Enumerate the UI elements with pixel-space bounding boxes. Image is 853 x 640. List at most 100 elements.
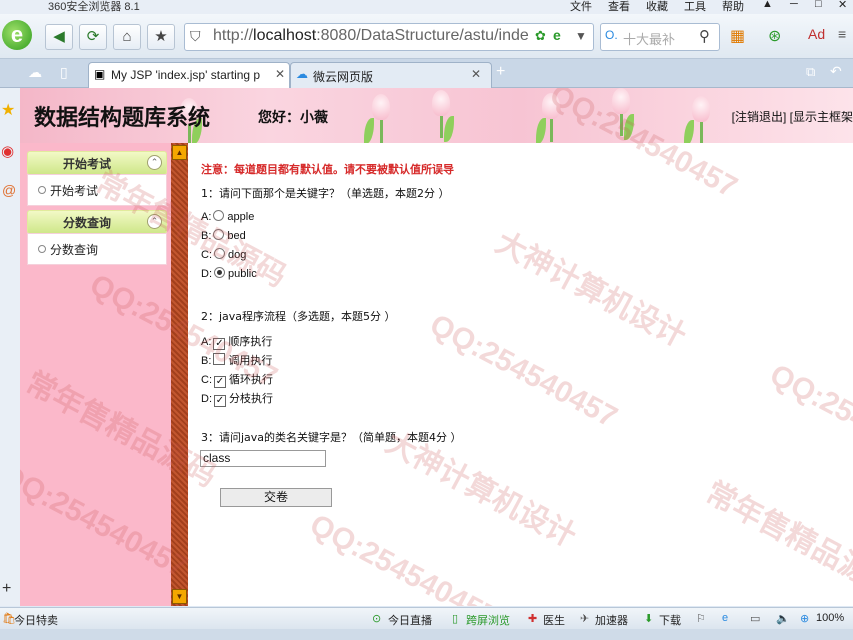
url-dropdown-icon[interactable]: ▼ — [575, 29, 587, 43]
search-icon[interactable]: ⚲ — [699, 27, 710, 45]
browser-navbar: e ◀ ⟳ ⌂ ★ ⛉ http://localhost:8080/DataSt… — [0, 14, 853, 59]
zoom-icon[interactable]: ⊕ — [800, 612, 809, 625]
menu-view[interactable]: 查看 — [608, 0, 630, 14]
q1-option-b[interactable]: B: bed — [201, 229, 246, 242]
maximize-icon[interactable]: □ — [815, 0, 822, 10]
addon-icon[interactable]: Ad — [808, 26, 825, 42]
compat-mode-icon[interactable]: ✿ — [535, 28, 546, 44]
tab-list-icon[interactable]: ⧉ — [806, 64, 815, 80]
splitter-down-icon[interactable]: ▼ — [172, 589, 187, 604]
search-box[interactable]: O. 十大最补 ⚲ — [600, 23, 720, 51]
status-deals[interactable]: 今日特卖 — [14, 612, 58, 628]
status-crossscreen[interactable]: 跨屏浏览 — [466, 612, 510, 628]
close-window-icon[interactable]: ✕ — [838, 0, 847, 11]
cloud-icon: ☁ — [296, 67, 308, 81]
sidebar-item-score-query[interactable]: 分数查询 — [27, 233, 167, 265]
collapse-icon[interactable]: ⌃ — [147, 214, 162, 229]
collapse-icon[interactable]: ⌃ — [147, 155, 162, 170]
close-tab-icon[interactable]: ✕ — [275, 67, 285, 81]
apps-icon[interactable]: ▦ — [730, 26, 745, 46]
checkbox[interactable] — [213, 353, 226, 365]
sidebar-group-score[interactable]: 分数查询 ⌃ — [27, 210, 167, 234]
exam-notice: 注意：每道题目都有默认值。请不要被默认值所误导 — [201, 163, 454, 176]
question-1-title: 1：请问下面那个是关键字？（单选题，本题2分 ） — [201, 187, 450, 200]
top-links[interactable]: [注销退出] [显示主框架 — [732, 108, 853, 125]
q1-option-d[interactable]: D: public — [201, 267, 257, 280]
status-live[interactable]: 今日直播 — [388, 612, 432, 628]
pin-icon[interactable]: ▲ — [762, 0, 773, 10]
radio-button[interactable] — [213, 210, 225, 221]
doctor-icon[interactable]: ✚ — [528, 612, 537, 625]
favorites-star-icon[interactable]: ★ — [1, 100, 15, 120]
search-input[interactable]: 十大最补 — [623, 29, 675, 48]
q2-option-a[interactable]: A: ✓ 顺序执行 — [201, 333, 272, 350]
checkbox-checked[interactable]: ✓ — [214, 376, 226, 388]
checkbox-checked[interactable]: ✓ — [213, 338, 226, 350]
ie-engine-icon[interactable]: e — [553, 27, 561, 43]
phone-sync-icon[interactable]: ▯ — [452, 612, 458, 625]
tab-label: My JSP 'index.jsp' starting p — [111, 68, 261, 82]
answer-input[interactable]: class — [200, 450, 326, 467]
menu-file[interactable]: 文件 — [570, 0, 592, 14]
status-accelerator[interactable]: 加速器 — [595, 612, 628, 628]
radio-button[interactable] — [213, 229, 225, 240]
new-tab-icon[interactable]: + — [496, 63, 505, 81]
frame-splitter[interactable]: ▲ ▼ — [171, 143, 188, 606]
tab-label: 微云网页版 — [313, 70, 374, 84]
sidebar-group-title: 分数查询 — [62, 216, 111, 230]
radio-button[interactable] — [214, 248, 225, 259]
undo-close-icon[interactable]: ↶ — [830, 63, 842, 80]
menu-help[interactable]: 帮助 — [722, 0, 744, 14]
q1-option-a[interactable]: A: apple — [201, 210, 254, 223]
status-doctor[interactable]: 医生 — [543, 612, 565, 628]
radio-button-checked[interactable] — [214, 267, 225, 278]
q2-option-c[interactable]: C: ✓ 循环执行 — [201, 371, 273, 388]
sidebar-item-start-exam[interactable]: 开始考试 — [27, 174, 167, 206]
menu-more-icon[interactable]: ≡ — [838, 26, 846, 42]
security-icon[interactable]: ⊛ — [768, 26, 781, 46]
tab-weiyun[interactable]: ☁ 微云网页版 ✕ — [290, 62, 492, 88]
refresh-icon[interactable]: ⟳ — [79, 24, 107, 50]
add-app-icon[interactable]: + — [2, 580, 11, 598]
bullet-icon — [38, 186, 46, 194]
home-icon[interactable]: ⌂ — [113, 24, 141, 50]
close-tab-icon[interactable]: ✕ — [471, 67, 481, 81]
star-icon[interactable]: ★ — [147, 24, 175, 50]
ie-icon[interactable]: e — [722, 612, 728, 624]
browser-titlebar: 360安全浏览器 8.1 文件 查看 收藏 工具 帮助 ▲ ─ □ ✕ — [0, 0, 853, 14]
search-engine-icon[interactable]: O. — [605, 28, 618, 42]
browser-title: 360安全浏览器 8.1 — [48, 1, 140, 13]
minimize-icon[interactable]: ─ — [790, 0, 798, 10]
submit-exam-button[interactable]: 交卷 — [220, 488, 332, 507]
phone-icon[interactable]: ▯ — [60, 64, 68, 81]
speed-icon[interactable]: ⚐ — [696, 612, 706, 625]
sidebar-group-exam[interactable]: 开始考试 ⌃ — [27, 151, 167, 175]
os-taskbar — [0, 629, 853, 640]
zoom-level[interactable]: 100% — [816, 612, 844, 624]
window-icon[interactable]: ▭ — [750, 612, 760, 625]
address-bar[interactable]: ⛉ http://localhost:8080/DataStructure/as… — [184, 23, 594, 51]
tab-myjsp[interactable]: ▣ My JSP 'index.jsp' starting p ✕ — [88, 62, 290, 88]
splitter-up-icon[interactable]: ▲ — [172, 145, 187, 160]
sidebar-item-label: 开始考试 — [50, 184, 99, 198]
live-icon[interactable]: ⊙ — [372, 612, 381, 625]
exam-content: 注意：每道题目都有默认值。请不要被默认值所误导 1：请问下面那个是关键字？（单选… — [188, 143, 853, 606]
q2-option-b[interactable]: B: 调用执行 — [201, 352, 272, 368]
shield-icon: ⛉ — [190, 28, 201, 44]
web-page: 数据结构题库系统 您好：小薇 [注销退出] [显示主框架 开始考试 ⌃ 开始考试… — [20, 88, 853, 606]
weibo-icon[interactable]: ◉ — [1, 142, 14, 160]
checkbox-checked[interactable]: ✓ — [214, 395, 226, 407]
cloud-icon[interactable]: ☁ — [28, 64, 42, 81]
menu-tools[interactable]: 工具 — [684, 0, 706, 14]
accelerator-icon[interactable]: ✈ — [580, 612, 589, 625]
mail-icon[interactable]: @ — [2, 182, 16, 198]
sidebar-group-title: 开始考试 — [62, 157, 111, 171]
question-2-title: 2：java程序流程（多选题，本题5分 ） — [201, 310, 396, 323]
q1-option-c[interactable]: C: dog — [201, 248, 246, 261]
menu-favorites[interactable]: 收藏 — [646, 0, 668, 14]
download-icon[interactable]: ⬇ — [644, 612, 653, 625]
back-icon[interactable]: ◀ — [45, 24, 73, 50]
q2-option-d[interactable]: D: ✓ 分枝执行 — [201, 390, 273, 407]
volume-icon[interactable]: 🔈 — [776, 612, 790, 625]
status-download[interactable]: 下载 — [659, 612, 681, 628]
